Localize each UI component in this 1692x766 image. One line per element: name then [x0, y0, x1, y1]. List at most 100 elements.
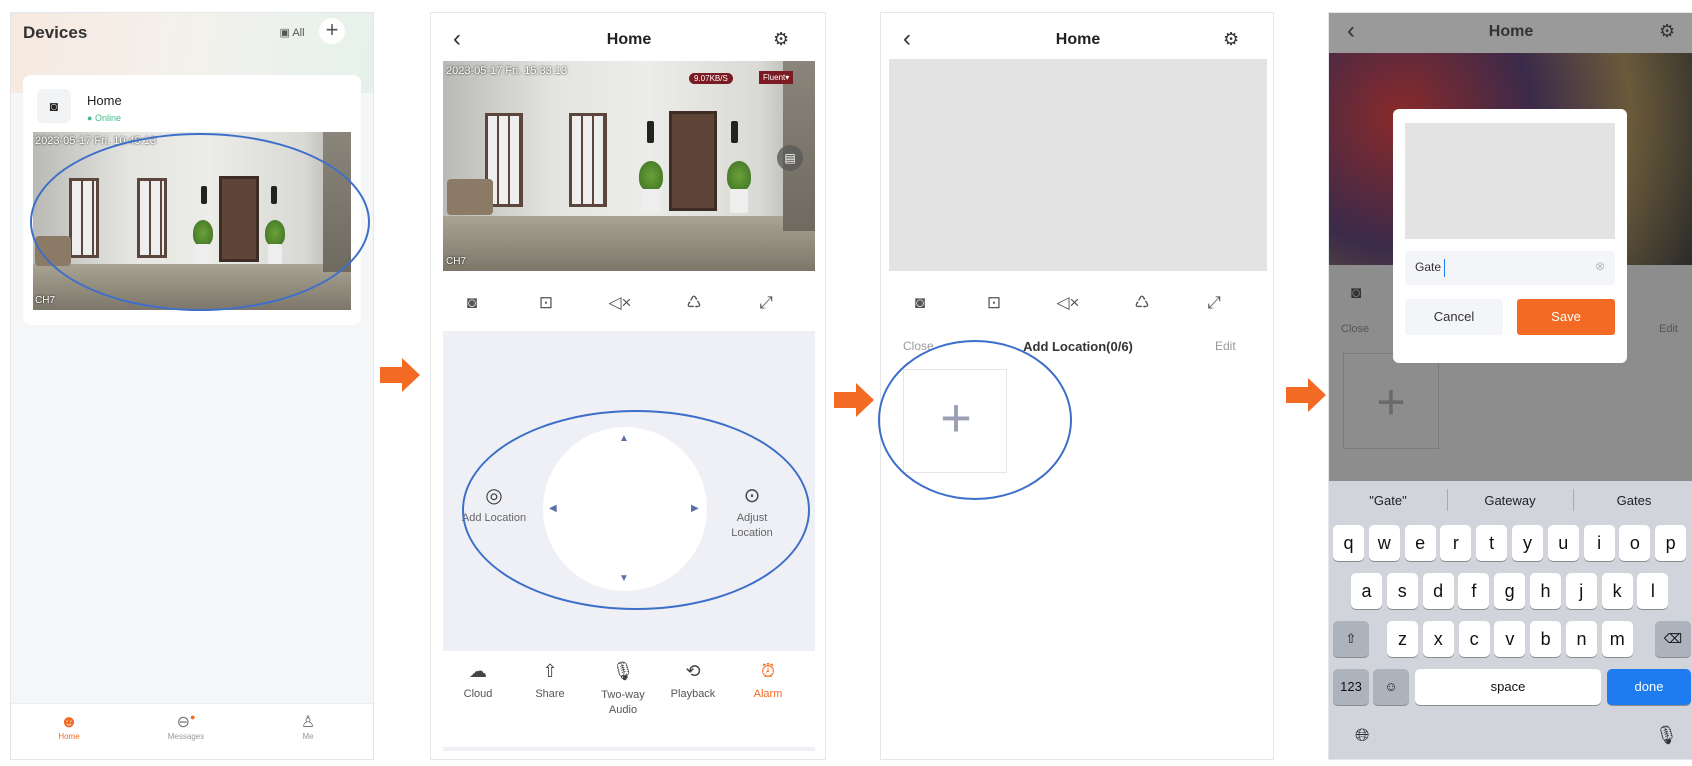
settings-button[interactable]: ⚙	[1659, 21, 1675, 42]
key-b[interactable]: b	[1530, 621, 1562, 657]
quality-select[interactable]: Fluent▾	[759, 71, 794, 84]
save-button[interactable]: Save	[1517, 299, 1615, 335]
messages-icon: ⊖●	[176, 712, 196, 731]
shift-key[interactable]: ⇧	[1333, 621, 1369, 657]
key-e[interactable]: e	[1404, 525, 1436, 561]
alarm-label: Alarm	[753, 688, 783, 700]
suggestion-item[interactable]: Gateway	[1449, 493, 1571, 508]
video-timestamp: 2023-05-17 Fri. 15:33:13	[446, 65, 568, 77]
nav-messages[interactable]: ⊖● Messages	[161, 712, 211, 741]
camera-icon: ◙	[466, 293, 478, 312]
fullscreen-button[interactable]: ⤢	[1199, 293, 1229, 313]
record-button[interactable]: ⊡	[531, 293, 561, 313]
bitrate-badge: 9.07KB/S	[689, 73, 733, 84]
key-u[interactable]: u	[1547, 525, 1579, 561]
share-button[interactable]: ⇧ Share	[525, 661, 575, 700]
edit-button[interactable]: Edit	[1215, 339, 1236, 353]
multi-view-button[interactable]: ▤	[777, 145, 803, 171]
key-m[interactable]: m	[1601, 621, 1633, 657]
suggestion-item[interactable]: Gates	[1575, 493, 1692, 508]
camera-icon: ◙	[1351, 283, 1362, 302]
nav-me[interactable]: ♙ Me	[293, 712, 323, 741]
key-w[interactable]: w	[1368, 525, 1400, 561]
globe-icon[interactable]: 🌐︎	[1355, 725, 1369, 746]
quality-value: Fluent	[763, 73, 786, 82]
key-c[interactable]: c	[1458, 621, 1490, 657]
alarm-off-icon: ♺	[1134, 293, 1150, 312]
clear-icon[interactable]: ⊗	[1595, 259, 1605, 273]
numbers-key[interactable]: 123	[1333, 669, 1369, 705]
cloud-button[interactable]: ☁ Cloud	[453, 661, 503, 700]
cancel-button[interactable]: Cancel	[1405, 299, 1503, 335]
plus-icon: +	[325, 17, 339, 42]
live-video[interactable]: 2023-05-17 Fri. 15:33:13 9.07KB/S Fluent…	[443, 61, 815, 271]
channel-label: CH7	[446, 256, 467, 267]
add-device-button[interactable]: +	[319, 18, 345, 44]
key-k[interactable]: k	[1601, 573, 1633, 609]
mute-button[interactable]: ◁×	[1053, 293, 1083, 313]
snapshot-button[interactable]: ◙	[457, 293, 487, 313]
backspace-key[interactable]: ⌫	[1655, 621, 1691, 657]
key-h[interactable]: h	[1530, 573, 1561, 609]
playback-button[interactable]: ⟲ Playback	[663, 661, 723, 700]
key-f[interactable]: f	[1458, 573, 1490, 609]
pan-left-icon[interactable]: ◀	[549, 503, 557, 514]
key-row-4: 123 ☺ space done	[1329, 669, 1692, 709]
key-g[interactable]: g	[1494, 573, 1526, 609]
camera-preview[interactable]: 2023-05-17 Fri. 10:45:13 CH7	[33, 132, 351, 310]
user-icon: ♙	[300, 714, 316, 731]
pan-right-icon[interactable]: ▶	[691, 503, 699, 514]
fullscreen-button[interactable]: ⤢	[751, 293, 781, 313]
alert-button[interactable]: ♺	[679, 293, 709, 313]
suggestion-item[interactable]: "Gate"	[1329, 493, 1447, 508]
nav-home[interactable]: ☻ Home	[49, 712, 89, 741]
two-way-audio-button[interactable]: 🎙︎ Two-way Audio	[593, 661, 653, 718]
device-card[interactable]: ◙ Home ● Online 2023-05-17 Fri. 10:45:13…	[23, 75, 361, 325]
shift-icon: ⇧	[1345, 631, 1357, 646]
location-name-input[interactable]: Gate ⊗	[1405, 251, 1615, 285]
add-location-tile[interactable]: +	[903, 369, 1007, 473]
done-key[interactable]: done	[1607, 669, 1691, 705]
emoji-key[interactable]: ☺	[1373, 669, 1409, 705]
alarm-button[interactable]: ⏰︎ Alarm	[743, 661, 793, 700]
text-cursor	[1444, 259, 1445, 277]
settings-button[interactable]: ⚙	[773, 29, 789, 50]
grid-icon: ▣	[279, 27, 290, 39]
adjust-location-button[interactable]: ⊙	[737, 483, 767, 508]
key-j[interactable]: j	[1565, 573, 1597, 609]
snapshot-button[interactable]: ◙	[905, 293, 935, 313]
all-filter-button[interactable]: ▣ All	[273, 23, 311, 43]
screen-title: Home	[606, 31, 652, 48]
pan-down-icon[interactable]: ▼	[619, 573, 629, 584]
mute-button[interactable]: ◁×	[605, 293, 635, 313]
next-step-arrow	[380, 358, 420, 392]
space-key[interactable]: space	[1415, 669, 1601, 705]
add-location-tile: +	[1343, 353, 1439, 449]
key-r[interactable]: r	[1440, 525, 1472, 561]
alert-button[interactable]: ♺	[1127, 293, 1157, 313]
key-y[interactable]: y	[1512, 525, 1543, 561]
key-p[interactable]: p	[1655, 525, 1687, 561]
dictation-icon[interactable]: 🎙︎	[1655, 725, 1678, 746]
plus-icon: +	[940, 388, 972, 448]
ptz-joystick[interactable]: ▲ ▼ ◀ ▶	[543, 427, 707, 591]
pan-up-icon[interactable]: ▲	[619, 433, 629, 444]
share-label: Share	[535, 688, 565, 700]
settings-button[interactable]: ⚙	[1223, 29, 1239, 50]
key-l[interactable]: l	[1637, 573, 1669, 609]
key-i[interactable]: i	[1583, 525, 1615, 561]
key-d[interactable]: d	[1422, 573, 1454, 609]
key-a[interactable]: a	[1351, 573, 1382, 609]
key-z[interactable]: z	[1387, 621, 1418, 657]
record-button[interactable]: ⊡	[979, 293, 1009, 313]
key-o[interactable]: o	[1619, 525, 1651, 561]
key-t[interactable]: t	[1476, 525, 1508, 561]
share-icon: ⇧	[542, 661, 558, 681]
key-q[interactable]: q	[1333, 525, 1364, 561]
key-v[interactable]: v	[1494, 621, 1526, 657]
key-x[interactable]: x	[1422, 621, 1454, 657]
key-n[interactable]: n	[1566, 621, 1597, 657]
preview-timestamp: 2023-05-17 Fri. 10:45:13	[35, 135, 157, 147]
add-location-button[interactable]: ◎	[479, 483, 509, 508]
key-s[interactable]: s	[1386, 573, 1418, 609]
